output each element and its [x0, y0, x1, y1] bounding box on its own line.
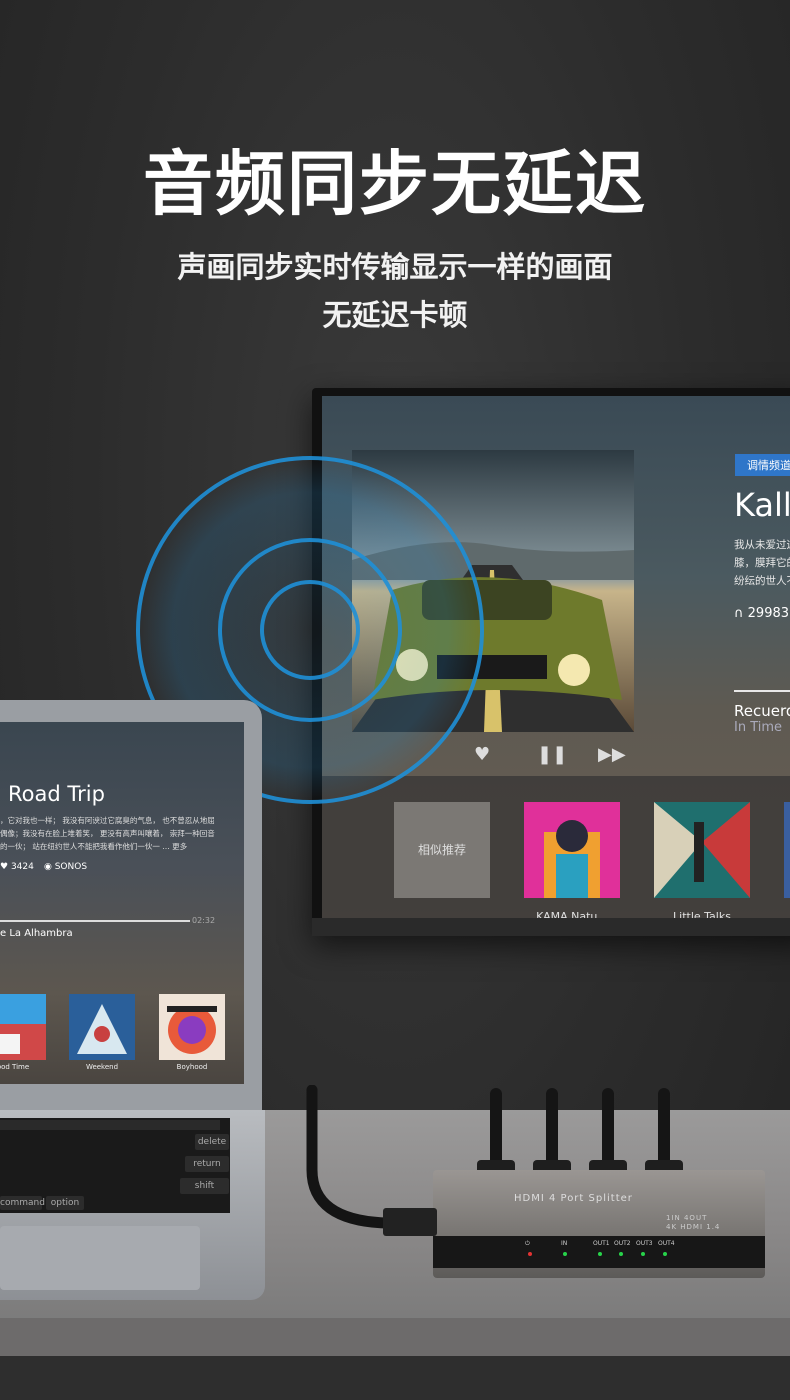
laptop-tile-label-1: ood Time [0, 1063, 30, 1071]
port-out4-label: OUT4 [658, 1240, 675, 1247]
skip-forward-icon[interactable]: ▶▶ [598, 744, 626, 765]
tv-track-title: Kalle [734, 486, 790, 524]
led-out3 [641, 1252, 645, 1256]
tv-tile-partial [784, 802, 790, 898]
led-power [528, 1252, 532, 1256]
port-in-label: IN [561, 1240, 568, 1247]
tv-listen-count: ∩ 29983 [734, 606, 790, 621]
tv-tile-label-2: Little Talks [673, 910, 731, 918]
splitter-model-2: 4K HDMI 1.4 [666, 1223, 721, 1231]
subline-2: 无延迟卡顿 [322, 298, 468, 332]
splitter-model-1: 1IN 4OUT [666, 1214, 708, 1222]
key-command[interactable]: command [0, 1196, 45, 1210]
tv-song-name: Recuerdo [734, 702, 790, 720]
port-out3-label: OUT3 [636, 1240, 653, 1247]
port-out1-label: OUT1 [593, 1240, 610, 1247]
laptop-tile-1[interactable] [0, 994, 46, 1060]
key-option[interactable]: option [46, 1196, 84, 1210]
laptop-trackpad[interactable] [0, 1226, 200, 1290]
channel-badge: 调情频道 [735, 454, 790, 476]
laptop-touchbar[interactable] [0, 1120, 220, 1130]
hdmi-plug [383, 1208, 437, 1236]
pause-icon[interactable]: ❚❚ [537, 744, 567, 765]
laptop-tile-weekend[interactable] [69, 994, 135, 1060]
tv-tile-kama[interactable] [524, 802, 620, 898]
key-return[interactable]: return [185, 1156, 229, 1172]
laptop-description: ，它对我也一样； 我没有阿谀过它腐臭的气息， 也不曾忍从地屈 偶像；我没有在脸上堆… [0, 816, 215, 851]
subline-1: 声画同步实时传输显示一样的画面 [177, 250, 613, 284]
tv-tile-little-talks[interactable] [654, 802, 750, 898]
laptop-like-count: ♥ 3424 [0, 862, 34, 872]
banner: 音频同步无延迟 声画同步实时传输显示一样的画面 无延迟卡顿 调情频道 Kall … [0, 0, 790, 1400]
laptop-time: 02:32 [192, 916, 216, 925]
key-shift[interactable]: shift [180, 1178, 229, 1194]
led-in [563, 1252, 567, 1256]
tv-tile-label-1: KAMA Natu... [536, 910, 608, 918]
tv-similar-tile[interactable]: 相似推荐 [394, 802, 490, 898]
tv-description: 我从未爱过这膝，膜拜它的纷纭的世人不 [734, 539, 790, 587]
key-delete[interactable]: delete [195, 1134, 229, 1150]
floor [0, 1356, 790, 1400]
heart-icon: ♥ [0, 862, 11, 872]
led-out1 [598, 1252, 602, 1256]
tv-progress-bar[interactable] [734, 690, 790, 692]
tv-artist-name: In Time [734, 720, 783, 735]
splitter-title: HDMI 4 Port Splitter [514, 1193, 633, 1204]
led-out4 [663, 1252, 667, 1256]
laptop-tile-label-2: Weekend [85, 1063, 119, 1071]
laptop-tile-boyhood[interactable] [159, 994, 225, 1060]
laptop-tile-label-3: Boyhood [176, 1063, 208, 1071]
laptop-song-name: e La Alhambra [0, 928, 73, 939]
desk-edge [0, 1318, 790, 1356]
laptop-track-title: Road Trip [8, 782, 105, 806]
headphones-icon: ∩ [734, 606, 744, 621]
sonos-label: ◉ SONOS [44, 862, 88, 872]
sonos-icon: ◉ [44, 862, 55, 872]
laptop-progress-bar[interactable] [0, 920, 190, 922]
headline: 音频同步无延迟 [143, 143, 647, 225]
port-out2-label: OUT2 [614, 1240, 631, 1247]
tv-bezel [312, 918, 790, 936]
led-out2 [619, 1252, 623, 1256]
power-icon: ⏻ [525, 1240, 530, 1247]
